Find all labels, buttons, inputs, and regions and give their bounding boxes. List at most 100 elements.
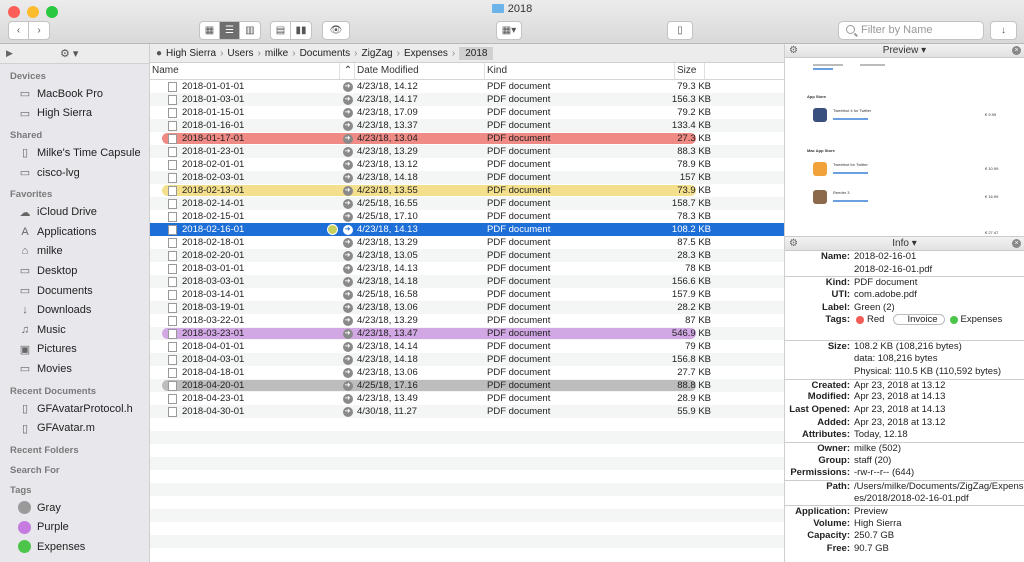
file-row[interactable]: 2018-04-23-01 ➜ 4/23/18, 13.49 PDF document… [150, 392, 784, 405]
arrow-right-icon[interactable]: ➜ [342, 302, 353, 313]
arrow-right-icon[interactable]: ➜ [342, 393, 353, 404]
arrow-right-icon[interactable]: ➜ [342, 185, 353, 196]
file-row[interactable]: 2018-01-23-01 ➜ 4/23/18, 13.29 PDF document… [150, 145, 784, 158]
sidebar-tag[interactable]: Purple [0, 518, 149, 538]
file-row[interactable]: 2018-01-15-01 ➜ 4/23/18, 17.09 PDF document… [150, 106, 784, 119]
arrow-right-icon[interactable]: ➜ [342, 133, 353, 144]
file-row[interactable]: 2018-02-18-01 ➜ 4/23/18, 13.29 PDF document… [150, 236, 784, 249]
filter-input[interactable]: Filter by Name [838, 21, 984, 40]
arrow-right-icon[interactable]: ➜ [342, 107, 353, 118]
download-button[interactable]: ↓ [990, 21, 1017, 40]
arrow-right-icon[interactable]: ➜ [342, 146, 353, 157]
sidebar-item[interactable]: ▭ cisco-lvg [0, 163, 149, 183]
new-document-button[interactable]: ▯ [667, 21, 693, 40]
column-name[interactable]: Name [150, 63, 340, 79]
file-row[interactable]: 2018-04-18-01 ➜ 4/23/18, 13.06 PDF document… [150, 366, 784, 379]
gear-icon[interactable]: ⚙ [789, 44, 798, 57]
column-size[interactable]: Size [675, 63, 705, 79]
close-icon[interactable]: × [1012, 46, 1021, 55]
sidebar-item[interactable]: ⌂ milke [0, 242, 149, 262]
sidebar-item[interactable]: ▣ Pictures [0, 340, 149, 360]
arrange-button[interactable]: ▦▾ [496, 21, 522, 40]
arrow-right-icon[interactable]: ➜ [342, 172, 353, 183]
sidebar-item[interactable]: ▭ Desktop [0, 261, 149, 281]
breadcrumb-item[interactable]: ZigZag › [362, 48, 404, 59]
gear-icon[interactable]: ⚙ [789, 237, 798, 250]
file-row[interactable]: 2018-01-01-01 ➜ 4/23/18, 14.12 PDF document… [150, 80, 784, 93]
breadcrumb-item[interactable]: milke › [265, 48, 300, 59]
arrow-right-icon[interactable]: ➜ [342, 367, 353, 378]
file-row[interactable]: 2018-01-16-01 ➜ 4/23/18, 13.37 PDF document… [150, 119, 784, 132]
sidebar-item[interactable]: ♫ Music [0, 320, 149, 340]
arrow-right-icon[interactable]: ➜ [342, 328, 353, 339]
quick-look-button[interactable]: 👁 [322, 21, 350, 40]
file-row[interactable]: 2018-03-22-01 ➜ 4/23/18, 13.29 PDF document… [150, 314, 784, 327]
file-row[interactable]: 2018-04-03-01 ➜ 4/23/18, 14.18 PDF document… [150, 353, 784, 366]
dual-pane-button[interactable]: ▤ [271, 22, 291, 39]
file-row[interactable]: 2018-02-20-01 ➜ 4/23/18, 13.05 PDF document… [150, 249, 784, 262]
file-row[interactable]: 2018-04-30-01 ➜ 4/30/18, 11.27 PDF document… [150, 405, 784, 418]
arrow-right-icon[interactable]: ➜ [342, 250, 353, 261]
breadcrumb-item[interactable]: Expenses › [404, 48, 459, 59]
file-row[interactable]: 2018-02-16-01 ➜ 4/23/18, 14.13 PDF document… [150, 223, 784, 236]
file-row[interactable]: 2018-02-14-01 ➜ 4/25/18, 16.55 PDF document… [150, 197, 784, 210]
column-view-button[interactable]: ▥ [240, 22, 260, 39]
split-pane-button[interactable]: ▮▮ [291, 22, 311, 39]
forward-button[interactable]: › [29, 22, 49, 39]
sidebar-item[interactable]: ▭ Movies [0, 359, 149, 379]
file-row[interactable]: 2018-02-03-01 ➜ 4/23/18, 14.18 PDF document… [150, 171, 784, 184]
arrow-right-icon[interactable]: ➜ [342, 224, 353, 235]
sidebar-item[interactable]: ↓ Downloads [0, 300, 149, 320]
icon-view-button[interactable]: ▦ [200, 22, 220, 39]
file-row[interactable]: 2018-02-15-01 ➜ 4/25/18, 17.10 PDF document… [150, 210, 784, 223]
sidebar-item[interactable]: ▭ High Sierra [0, 104, 149, 124]
arrow-right-icon[interactable]: ➜ [342, 237, 353, 248]
file-row[interactable]: 2018-01-17-01 ➜ 4/23/18, 13.04 PDF document… [150, 132, 784, 145]
sidebar-tag[interactable]: Expenses [0, 537, 149, 557]
breadcrumb-item[interactable]: 2018 [459, 46, 494, 60]
arrow-right-icon[interactable]: ➜ [342, 81, 353, 92]
tag-pill[interactable]: Invoice [893, 314, 945, 326]
arrow-right-icon[interactable]: ➜ [342, 406, 353, 417]
arrow-right-icon[interactable]: ➜ [342, 198, 353, 209]
file-row[interactable]: 2018-02-13-01 ➜ 4/23/18, 13.55 PDF document… [150, 184, 784, 197]
file-row[interactable]: 2018-03-19-01 ➜ 4/23/18, 13.06 PDF document… [150, 301, 784, 314]
sidebar-tag[interactable]: Gray [0, 498, 149, 518]
arrow-right-icon[interactable]: ➜ [342, 289, 353, 300]
breadcrumb-item[interactable]: Users › [227, 48, 264, 59]
file-row[interactable]: 2018-01-03-01 ➜ 4/23/18, 14.17 PDF document… [150, 93, 784, 106]
breadcrumb-item[interactable]: Documents › [300, 48, 362, 59]
arrow-right-icon[interactable]: ➜ [342, 276, 353, 287]
file-row[interactable]: 2018-03-01-01 ➜ 4/23/18, 14.13 PDF document… [150, 262, 784, 275]
sidebar-item[interactable]: ▯ Milke's Time Capsule [0, 143, 149, 163]
info-header[interactable]: ⚙ Info ▾ × [785, 237, 1024, 251]
file-row[interactable]: 2018-04-01-01 ➜ 4/23/18, 14.14 PDF document… [150, 340, 784, 353]
sidebar-item[interactable]: ▭ MacBook Pro [0, 84, 149, 104]
file-row[interactable]: 2018-03-14-01 ➜ 4/25/18, 16.58 PDF document… [150, 288, 784, 301]
file-row[interactable]: 2018-04-20-01 ➜ 4/25/18, 17.16 PDF document… [150, 379, 784, 392]
sidebar-item[interactable]: ▯ GFAvatarProtocol.h [0, 399, 149, 419]
column-date[interactable]: Date Modified [355, 63, 485, 79]
arrow-right-icon[interactable]: ➜ [342, 380, 353, 391]
file-row[interactable]: 2018-03-03-01 ➜ 4/23/18, 14.18 PDF document… [150, 275, 784, 288]
gear-icon[interactable]: ⚙ ▾ [60, 47, 78, 60]
info-tags[interactable]: Red Invoice Expenses [854, 314, 1024, 340]
arrow-right-icon[interactable]: ➜ [342, 315, 353, 326]
column-kind[interactable]: Kind [485, 63, 675, 79]
sidebar-item[interactable]: A Applications [0, 222, 149, 242]
sidebar-item[interactable]: ▯ GFAvatar.m [0, 418, 149, 438]
list-view-button[interactable]: ☰ [220, 22, 240, 39]
close-icon[interactable]: × [1012, 239, 1021, 248]
arrow-right-icon[interactable]: ➜ [342, 211, 353, 222]
arrow-right-icon[interactable]: ➜ [342, 159, 353, 170]
file-row[interactable]: 2018-02-01-01 ➜ 4/23/18, 13.12 PDF document… [150, 158, 784, 171]
sidebar-item[interactable]: ▭ Documents [0, 281, 149, 301]
arrow-right-icon[interactable]: ➜ [342, 94, 353, 105]
back-button[interactable]: ‹ [9, 22, 29, 39]
arrow-right-icon[interactable]: ➜ [342, 120, 353, 131]
tag-pill[interactable]: Expenses [948, 314, 1009, 325]
arrow-right-icon[interactable]: ➜ [342, 341, 353, 352]
file-row[interactable]: 2018-03-23-01 ➜ 4/23/18, 13.47 PDF document… [150, 327, 784, 340]
play-icon[interactable]: ▶ [6, 48, 13, 59]
arrow-right-icon[interactable]: ➜ [342, 354, 353, 365]
